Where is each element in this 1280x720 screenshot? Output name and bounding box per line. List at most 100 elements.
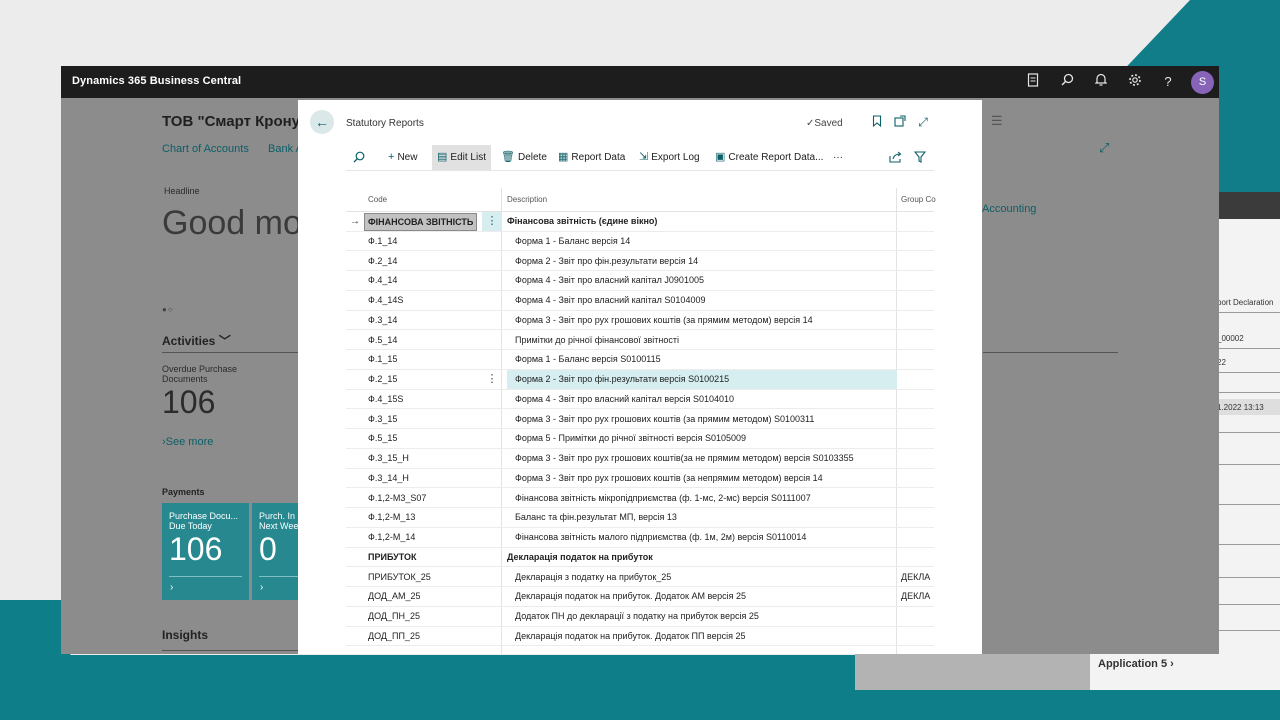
application-5-link[interactable]: Application 5 › — [1098, 658, 1174, 670]
headline-pager[interactable]: ●○ — [162, 305, 174, 314]
cell-code[interactable]: ДОД_ПП_25 — [368, 627, 420, 646]
cell-code[interactable]: Ф.1_15 — [368, 350, 397, 369]
table-row[interactable]: → ФІНАНСОВА ЗВІТНІСТЬ ⋮ Фінансова звітність… — [346, 212, 934, 232]
table-row[interactable]: ПРИБУТОК_25 Декларація з податку на прибу… — [346, 568, 934, 588]
table-row[interactable]: Ф.2_14 Форма 2 - Звіт про фін.результати … — [346, 252, 934, 272]
accounting-link[interactable]: Accounting — [982, 203, 1036, 215]
cue-value[interactable]: 106 — [162, 384, 215, 421]
cell-description[interactable]: Форма 1 - Баланс версія 14 — [507, 232, 897, 251]
cell-description[interactable]: Декларація податок на прибуток. Додаток … — [507, 587, 897, 606]
cell-description[interactable]: Декларація податок на прибуток. Додаток … — [507, 627, 897, 646]
cell-description[interactable]: Форма 4 - Звіт про власний капітал версі… — [507, 390, 897, 409]
table-row[interactable]: ПРИБУТОК Декларація податок на прибуток — [346, 548, 934, 568]
table-row[interactable]: Ф.4_15S Форма 4 - Звіт про власний капіта… — [346, 390, 934, 410]
cell-code[interactable]: ФІНАНСОВА ЗВІТНІСТЬ — [364, 213, 478, 231]
expand-icon[interactable]: ⤢ — [1099, 140, 1109, 156]
cell-description[interactable]: Форма 3 - Звіт про рух грошових коштів(з… — [507, 449, 897, 468]
avatar[interactable]: S — [1191, 71, 1214, 94]
cell-code[interactable]: Ф.4_14S — [368, 291, 403, 310]
search-button[interactable] — [348, 145, 370, 170]
delete-button[interactable]: 🗑 Delete — [496, 145, 552, 170]
expand-icon[interactable]: ⤢ — [916, 115, 930, 129]
table-row[interactable]: Ф.5_14 Примітки до річної фінансової звіт… — [346, 331, 934, 351]
gear-icon[interactable] — [1126, 73, 1144, 91]
cell-code[interactable]: Ф.1,2-М_13 — [368, 508, 415, 527]
column-header-description[interactable]: Description — [507, 188, 547, 211]
report-data-button[interactable]: ▦ Report Data — [553, 145, 630, 170]
cell-description[interactable]: Форма 3 - Звіт про рух грошових коштів (… — [507, 410, 897, 429]
cell-description[interactable]: Декларація податок на прибуток — [507, 548, 897, 567]
see-more-link[interactable]: ›See more — [162, 436, 213, 448]
table-row[interactable]: Ф.1,2-М3_S07 Фінансова звітність мікропід… — [346, 489, 934, 509]
help-icon[interactable]: ? — [1159, 73, 1177, 91]
cell-code[interactable]: Ф.1,2-М_14 — [368, 528, 415, 547]
cell-description[interactable]: Додаток ПН до декларації з податку на пр… — [507, 607, 897, 626]
cell-code[interactable]: Ф.3_15 — [368, 410, 397, 429]
cell-code[interactable]: ПРИБУТОК — [368, 548, 417, 567]
table-row[interactable]: Ф.3_15 Форма 3 - Звіт про рух грошових ко… — [346, 410, 934, 430]
new-button[interactable]: + New — [383, 145, 422, 170]
cell-code[interactable]: Ф.5_15 — [368, 429, 397, 448]
back-arrow-icon[interactable]: ← — [310, 110, 334, 134]
table-row[interactable]: Ф.5_15 Форма 5 - Примітки до річної звітн… — [346, 429, 934, 449]
cell-code[interactable]: Ф.5_14 — [368, 331, 397, 350]
table-row[interactable]: Ф.3_14_Н Форма 3 - Звіт про рух грошових … — [346, 469, 934, 489]
cell-code[interactable]: Ф.2_14 — [368, 252, 397, 271]
cell-code[interactable]: Ф.2_15 — [368, 370, 397, 389]
cell-group-code[interactable]: ДЕКЛА — [901, 587, 930, 606]
cell-description[interactable]: Декларація з податку на прибуток_25 — [507, 568, 897, 587]
table-row[interactable]: Ф.4_14S Форма 4 - Звіт про власний капіта… — [346, 291, 934, 311]
table-row[interactable]: Ф.1_15 Форма 1 - Баланс версія S0100115 — [346, 350, 934, 370]
table-row[interactable]: Ф.3_15_Н Форма 3 - Звіт про рух грошових … — [346, 449, 934, 469]
search-icon[interactable] — [1058, 73, 1076, 91]
cell-description[interactable]: Форма 2 - Звіт про фін.результати версія… — [507, 252, 897, 271]
table-row[interactable]: ДОД_АМ_25 Декларація податок на прибуток.… — [346, 587, 934, 607]
cell-description[interactable]: Форма 3 - Звіт про рух грошових коштів (… — [507, 469, 897, 488]
cell-code[interactable]: Ф.3_14_Н — [368, 469, 409, 488]
column-header-code[interactable]: Code — [368, 188, 387, 211]
table-row[interactable]: Ф.2_15 ⋮ Форма 2 - Звіт про фін.результати… — [346, 370, 934, 390]
edit-list-button[interactable]: ▤ Edit List — [432, 145, 491, 170]
table-row[interactable]: Ф.1,2-М_13 Баланс та фін.результат МП, ве… — [346, 508, 934, 528]
column-header-group-code[interactable]: Group Co — [901, 188, 936, 211]
activities-heading[interactable]: Activities ﹀ — [162, 332, 231, 349]
bell-icon[interactable] — [1092, 73, 1110, 91]
nav-chart-of-accounts[interactable]: Chart of Accounts — [162, 143, 249, 155]
cell-code[interactable]: ДОД_ПН_25 — [368, 607, 420, 626]
cell-description[interactable]: Форма 3 - Звіт про рух грошових коштів (… — [507, 311, 897, 330]
create-report-data-button[interactable]: ▣ Create Report Data... — [710, 145, 828, 170]
cell-description[interactable]: Форма 4 - Звіт про власний капітал S0104… — [507, 291, 897, 310]
table-row[interactable]: Ф.1_14 Форма 1 - Баланс версія 14 — [346, 232, 934, 252]
table-row[interactable]: Ф.1,2-М_14 Фінансова звітність малого під… — [346, 528, 934, 548]
cell-description[interactable]: Форма 5 - Примітки до річної звітності в… — [507, 429, 897, 448]
cell-description[interactable]: Фінансова звітність мікропідприємства (ф… — [507, 489, 897, 508]
report-icon[interactable] — [1024, 73, 1042, 91]
table-row[interactable]: ДОД_ПН_25 Додаток ПН до декларації з пода… — [346, 607, 934, 627]
cell-code[interactable]: ПРИБУТОК_25 — [368, 568, 431, 587]
cell-code[interactable]: ДОД_АМ_25 — [368, 587, 421, 606]
cell-description[interactable]: Фінансова звітність (єдине вікно) — [507, 212, 897, 231]
cell-description[interactable]: Примітки до річної фінансової звітності — [507, 331, 897, 350]
cell-description[interactable]: Фінансова звітність малого підприємства … — [507, 528, 897, 547]
row-menu-icon[interactable]: ⋮ — [482, 370, 502, 389]
cell-code[interactable]: Ф.3_14 — [368, 311, 397, 330]
filter-icon[interactable] — [909, 145, 931, 170]
table-row[interactable]: Ф.4_14 Форма 4 - Звіт про власний капітал… — [346, 271, 934, 291]
cue-tile-purchase-due-today[interactable]: Purchase Docu... Due Today 106 › — [162, 503, 249, 600]
hamburger-icon[interactable]: ☰ — [991, 113, 1003, 129]
cell-group-code[interactable]: ДЕКЛА — [901, 568, 930, 587]
cell-code[interactable]: Ф.1,2-М3_S07 — [368, 489, 426, 508]
bookmark-icon[interactable] — [870, 115, 884, 129]
cell-description[interactable]: Форма 4 - Звіт про власний капітал J0901… — [507, 271, 897, 290]
table-row[interactable]: ДОД_ПП_25 Декларація податок на прибуток.… — [346, 627, 934, 647]
cell-code[interactable]: Ф.4_14 — [368, 271, 397, 290]
cell-code[interactable]: Ф.3_15_Н — [368, 449, 409, 468]
table-row[interactable]: Ф.3_14 Форма 3 - Звіт про рух грошових ко… — [346, 311, 934, 331]
cell-description[interactable]: Форма 2 - Звіт про фін.результати версія… — [507, 370, 897, 389]
cell-code[interactable]: Ф.4_15S — [368, 390, 403, 409]
share-icon[interactable] — [884, 145, 907, 170]
cell-description[interactable]: Форма 1 - Баланс версія S0100115 — [507, 350, 897, 369]
row-menu-icon[interactable]: ⋮ — [482, 212, 502, 231]
app-brand[interactable]: Dynamics 365 Business Central — [72, 75, 241, 87]
open-new-window-icon[interactable] — [893, 115, 907, 129]
